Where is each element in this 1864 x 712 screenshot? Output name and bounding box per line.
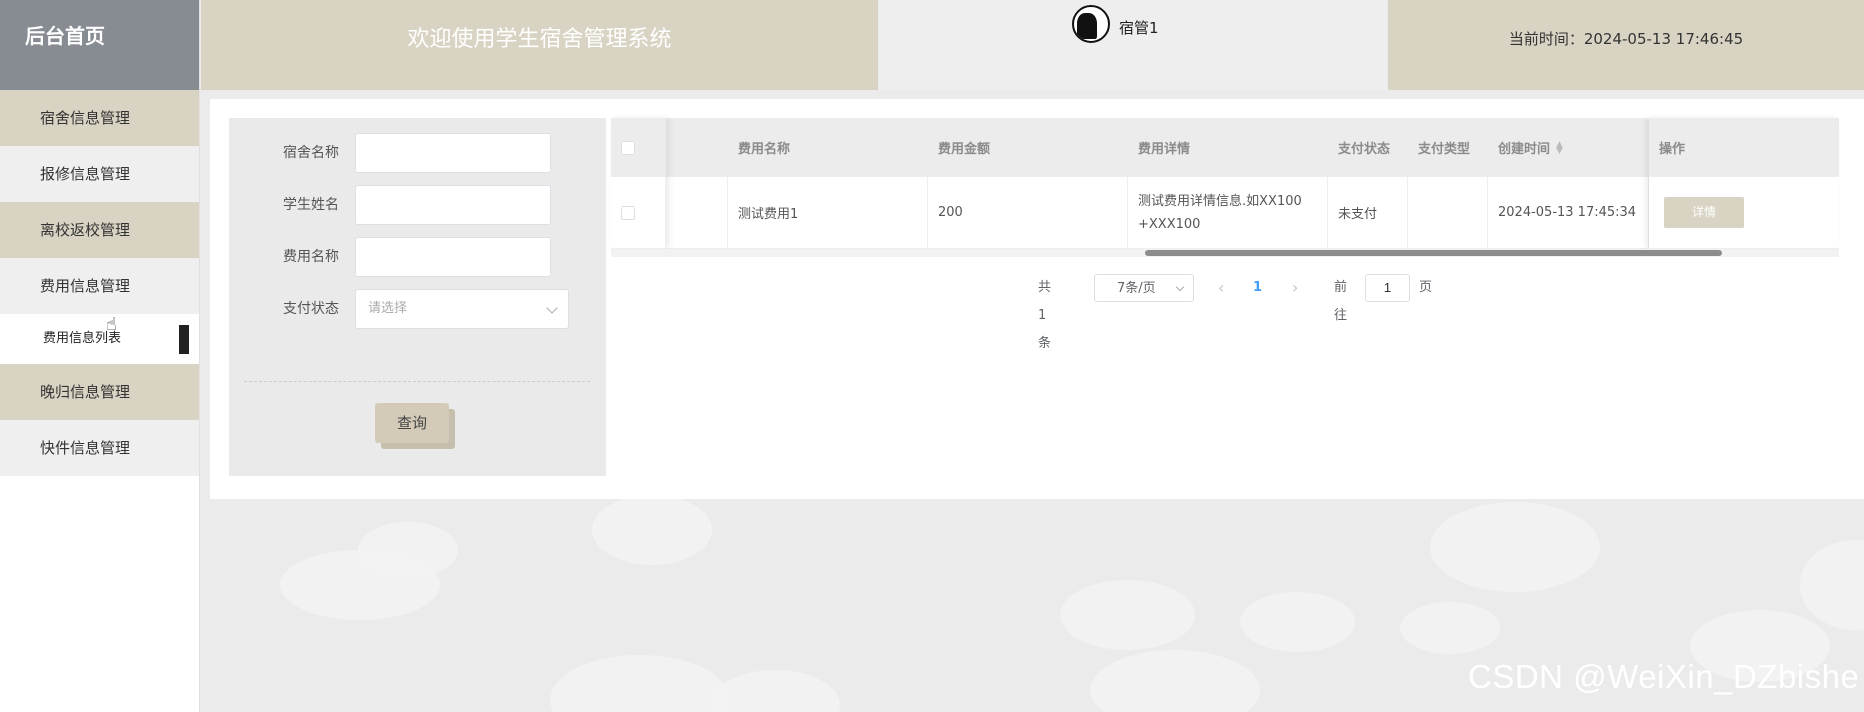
current-time: 当前时间：2024-05-13 17:46:45 (1388, 0, 1864, 90)
dorm-name-field: 宿舍名称 (229, 133, 606, 173)
column-header: 费用详情 (1138, 142, 1191, 157)
fee-detail-line: 测试费用详情信息.如XX100 (1138, 193, 1302, 209)
page-suffix-label: 页 (1419, 280, 1433, 295)
fee-name-cell: 测试费用1 (728, 177, 928, 248)
active-marker (179, 325, 189, 354)
row-select-cell (611, 177, 666, 248)
column-header: 操作 (1659, 142, 1686, 157)
column-header: 费用名称 (738, 142, 791, 157)
column-header: 支付类型 (1418, 142, 1471, 157)
select-placeholder: 请选择 (368, 301, 408, 316)
goto-label: 前往 (1334, 280, 1348, 323)
field-label: 支付状态 (283, 301, 339, 317)
pagination-total: 共 1 条 (1038, 280, 1052, 351)
select-all-cell (611, 118, 666, 177)
empty-cell (666, 177, 728, 248)
student-name-input[interactable] (355, 185, 551, 225)
prev-page-icon[interactable]: ‹ (1218, 274, 1224, 302)
chevron-down-icon (546, 302, 558, 314)
scrollbar-thumb[interactable] (1145, 250, 1722, 256)
avatar[interactable] (1072, 5, 1110, 43)
student-name-field: 学生姓名 (229, 185, 606, 225)
select-all-checkbox[interactable] (621, 140, 635, 155)
row-checkbox[interactable] (621, 205, 635, 220)
chevron-down-icon (1175, 282, 1185, 292)
sidebar-item-repair-info[interactable]: 报修信息管理 (0, 146, 199, 202)
pay-status-field: 支付状态 请选择 (229, 289, 606, 329)
sidebar-item-late-return[interactable]: 晚归信息管理 (0, 364, 199, 420)
sortable-column-header[interactable]: 创建时间 ▲ ▼ (1488, 118, 1638, 177)
query-button[interactable]: 查询 (375, 403, 449, 443)
column-header: 支付状态 (1338, 142, 1391, 157)
detail-button[interactable]: 详情 (1664, 197, 1744, 228)
fee-detail-cell: 测试费用详情信息.如XX100 +XXX100 (1128, 177, 1328, 248)
sidebar: 后台首页 宿舍信息管理 报修信息管理 离校返校管理 费用信息管理 费用信息列表 … (0, 0, 200, 712)
sort-icon[interactable]: ▲ ▼ (1556, 140, 1563, 155)
pay-status-cell: 未支付 (1328, 177, 1408, 248)
dorm-name-input[interactable] (355, 133, 551, 173)
fee-name-input[interactable] (355, 237, 551, 277)
page-title: 欢迎使用学生宿舍管理系统 (201, 0, 878, 90)
sidebar-item-dorm-info[interactable]: 宿舍信息管理 (0, 90, 199, 146)
page-number-current[interactable]: 1 (1253, 274, 1262, 302)
sidebar-subitem-fee-list[interactable]: 费用信息列表 (0, 314, 199, 364)
page-size-select[interactable]: 7条/页 (1094, 274, 1194, 302)
field-label: 学生姓名 (283, 197, 339, 213)
table-header: 费用名称 费用金额 费用详情 支付状态 支付类型 创建时间 ▲ ▼ 操作 (611, 118, 1839, 177)
action-cell: 详情 (1649, 177, 1839, 248)
pay-status-select[interactable]: 请选择 (355, 289, 569, 329)
page-size-value: 7条/页 (1117, 281, 1156, 296)
sidebar-item-fee-info[interactable]: 费用信息管理 (0, 258, 199, 314)
next-page-icon[interactable]: › (1292, 274, 1298, 302)
watermark: CSDN @WeiXin_DZbishe (1468, 658, 1860, 695)
divider (244, 381, 590, 382)
column-header: 费用金额 (938, 142, 991, 157)
pay-type-cell (1408, 177, 1488, 248)
username[interactable]: 宿管1 (1119, 17, 1159, 38)
sidebar-home-link[interactable]: 后台首页 (0, 0, 199, 90)
field-label: 宿舍名称 (283, 145, 339, 161)
fee-name-field: 费用名称 (229, 237, 606, 277)
search-form: 宿舍名称 学生姓名 费用名称 支付状态 请选择 查询 (229, 118, 606, 476)
table-row: 测试费用1 200 测试费用详情信息.如XX100 +XXX100 未支付 20… (611, 177, 1839, 249)
sidebar-item-parcel-info[interactable]: 快件信息管理 (0, 420, 199, 476)
fee-amount-cell: 200 (928, 177, 1128, 248)
fee-table: 费用名称 费用金额 费用详情 支付状态 支付类型 创建时间 ▲ ▼ 操作 测试费用… (611, 118, 1839, 258)
horizontal-scrollbar[interactable] (611, 249, 1839, 257)
sidebar-item-leave-return[interactable]: 离校返校管理 (0, 202, 199, 258)
created-time-cell: 2024-05-13 17:45:34 (1488, 177, 1649, 248)
field-label: 费用名称 (283, 249, 339, 265)
fee-detail-line: +XXX100 (1138, 216, 1201, 232)
user-area: 宿管1 (879, 0, 1387, 90)
goto-page-input[interactable] (1365, 274, 1410, 302)
hand-cursor-icon: ☝ (106, 314, 117, 335)
column-header-label: 创建时间 (1498, 142, 1551, 157)
main-panel: 宿舍名称 学生姓名 费用名称 支付状态 请选择 查询 费用名称 费用金额 费用详… (210, 99, 1864, 499)
